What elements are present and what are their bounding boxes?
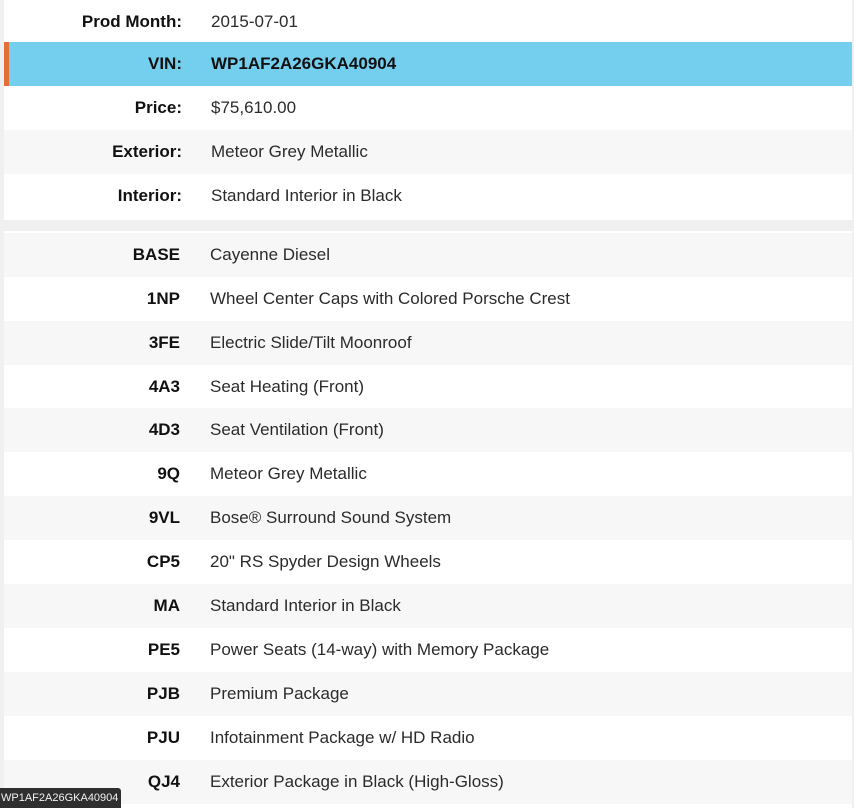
option-code: PE5	[147, 640, 180, 659]
price-value: $75,610.00	[211, 98, 297, 117]
option-description: Power Seats (14-way) with Memory Package	[210, 640, 550, 659]
option-row: CP5 20" RS Spyder Design Wheels	[4, 540, 852, 584]
option-code: 4A3	[148, 377, 180, 396]
option-row: PJB Premium Package	[4, 672, 852, 716]
option-description: Exterior Package in Black (High-Gloss)	[210, 772, 504, 791]
option-code: MA	[153, 596, 180, 615]
option-codes-panel: BASE Cayenne Diesel 1NP Wheel Center Cap…	[4, 231, 852, 808]
option-code: PJU	[146, 728, 180, 747]
option-code: BASE	[132, 245, 180, 264]
option-description: Cayenne Diesel	[210, 245, 331, 264]
option-description: Standard Interior in Black	[210, 596, 401, 615]
option-row: 1NP Wheel Center Caps with Colored Porsc…	[4, 277, 852, 321]
vin-tooltip: WP1AF2A26GKA40904	[0, 788, 121, 808]
option-code: 9VL	[148, 508, 180, 527]
option-row: MA Standard Interior in Black	[4, 584, 852, 628]
option-row: 4A3 Seat Heating (Front)	[4, 365, 852, 409]
option-description: Meteor Grey Metallic	[210, 464, 367, 483]
vin-label: VIN:	[148, 54, 182, 73]
option-code: CP5	[146, 552, 180, 571]
exterior-label: Exterior:	[112, 142, 182, 161]
option-description: Wheel Center Caps with Colored Porsche C…	[210, 289, 570, 308]
option-code: 1NP	[146, 289, 180, 308]
option-code: 9Q	[157, 464, 180, 483]
option-code: 4D3	[148, 420, 180, 439]
option-row: QJ4 Exterior Package in Black (High-Glos…	[4, 760, 852, 804]
price-row: Price: $75,610.00	[4, 86, 852, 130]
option-row: PE5 Power Seats (14-way) with Memory Pac…	[4, 628, 852, 672]
prod-month-row: Prod Month: 2015-07-01	[4, 0, 852, 44]
option-description: Premium Package	[210, 684, 349, 703]
vin-value[interactable]: WP1AF2A26GKA40904	[182, 54, 396, 74]
option-code: 3FE	[148, 333, 180, 352]
option-row: 9VL Bose® Surround Sound System	[4, 496, 852, 540]
option-code: PJB	[146, 684, 180, 703]
option-row: BASE Cayenne Diesel	[4, 233, 852, 277]
option-row: PJU Infotainment Package w/ HD Radio	[4, 716, 852, 760]
option-row: 4D3 Seat Ventilation (Front)	[4, 408, 852, 452]
highlight-accent-bar	[4, 42, 9, 86]
option-description: Bose® Surround Sound System	[210, 508, 452, 527]
prod-month-value: 2015-07-01	[211, 12, 298, 31]
interior-value: Standard Interior in Black	[211, 186, 402, 205]
option-description: 20" RS Spyder Design Wheels	[210, 552, 441, 571]
price-label: Price:	[134, 98, 182, 117]
interior-row: Interior: Standard Interior in Black	[4, 174, 852, 218]
vin-row[interactable]: VIN: WP1AF2A26GKA40904	[4, 42, 852, 86]
option-row: 9Q Meteor Grey Metallic	[4, 452, 852, 496]
prod-month-label: Prod Month:	[81, 12, 182, 31]
exterior-value: Meteor Grey Metallic	[211, 142, 368, 161]
vehicle-info-panel: Prod Month: 2015-07-01 VIN: WP1AF2A26GKA…	[4, 0, 852, 220]
option-description: Seat Heating (Front)	[210, 377, 365, 396]
interior-label: Interior:	[117, 186, 182, 205]
option-description: Infotainment Package w/ HD Radio	[210, 728, 475, 747]
option-description: Electric Slide/Tilt Moonroof	[210, 333, 412, 352]
option-row: 3FE Electric Slide/Tilt Moonroof	[4, 321, 852, 365]
option-description: Seat Ventilation (Front)	[210, 420, 384, 439]
exterior-row: Exterior: Meteor Grey Metallic	[4, 130, 852, 174]
